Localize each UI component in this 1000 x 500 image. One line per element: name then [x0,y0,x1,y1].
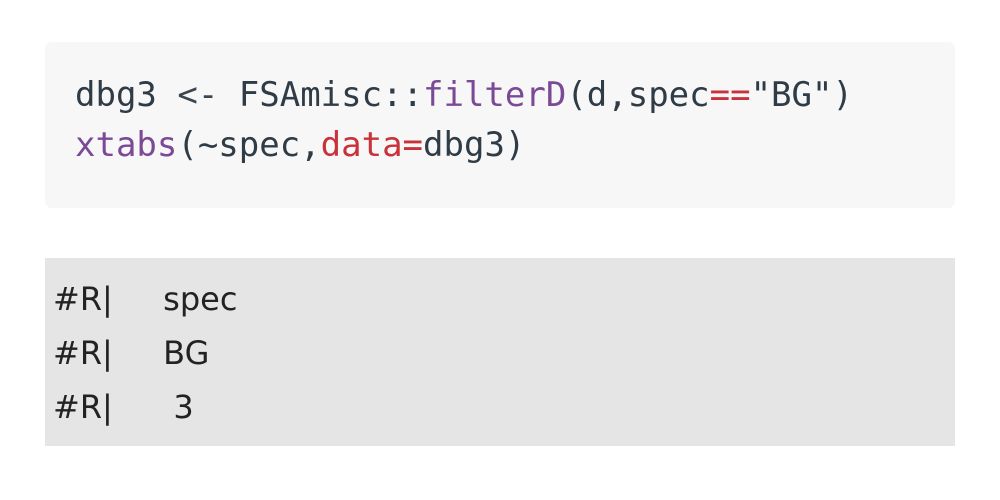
code-token-function: filterD [423,75,567,115]
output-prefix: #R| [53,280,113,318]
code-token-variable: dbg3 [75,75,157,115]
code-token-arg-name: data [320,125,403,165]
code-line-1: dbg3 <- FSAmisc::filterD(d,spec=="BG") [75,70,955,120]
output-prefix: #R| [53,334,113,372]
output-line-2: #R| BG [53,326,955,380]
code-token-open: (d, [566,75,628,115]
output-line-1: #R| spec [53,272,955,326]
code-token-function: xtabs [75,125,178,165]
code-token-assign: <- [156,75,239,115]
code-token-arg-name: spec [627,75,710,115]
output-text: spec [153,280,238,318]
output-prefix: #R| [53,388,113,426]
output-line-3: #R| 3 [53,380,955,434]
code-token-namespace: FSAmisc:: [238,75,424,115]
code-token-value: dbg3 [423,125,505,165]
code-token-equals: = [402,125,424,165]
output-text: BG [153,334,210,372]
code-line-2: xtabs(~spec,data=dbg3) [75,120,955,170]
code-token-close: ) [504,125,526,165]
code-token-string: "BG" [750,75,833,115]
code-token-open: (~spec, [177,125,321,165]
code-chunk: dbg3 <- FSAmisc::filterD(d,spec=="BG") x… [45,42,955,208]
code-token-equals: == [709,75,751,115]
output-chunk: #R| spec #R| BG #R| 3 [45,258,955,446]
code-token-close: ) [832,75,853,115]
output-text: 3 [153,388,194,426]
